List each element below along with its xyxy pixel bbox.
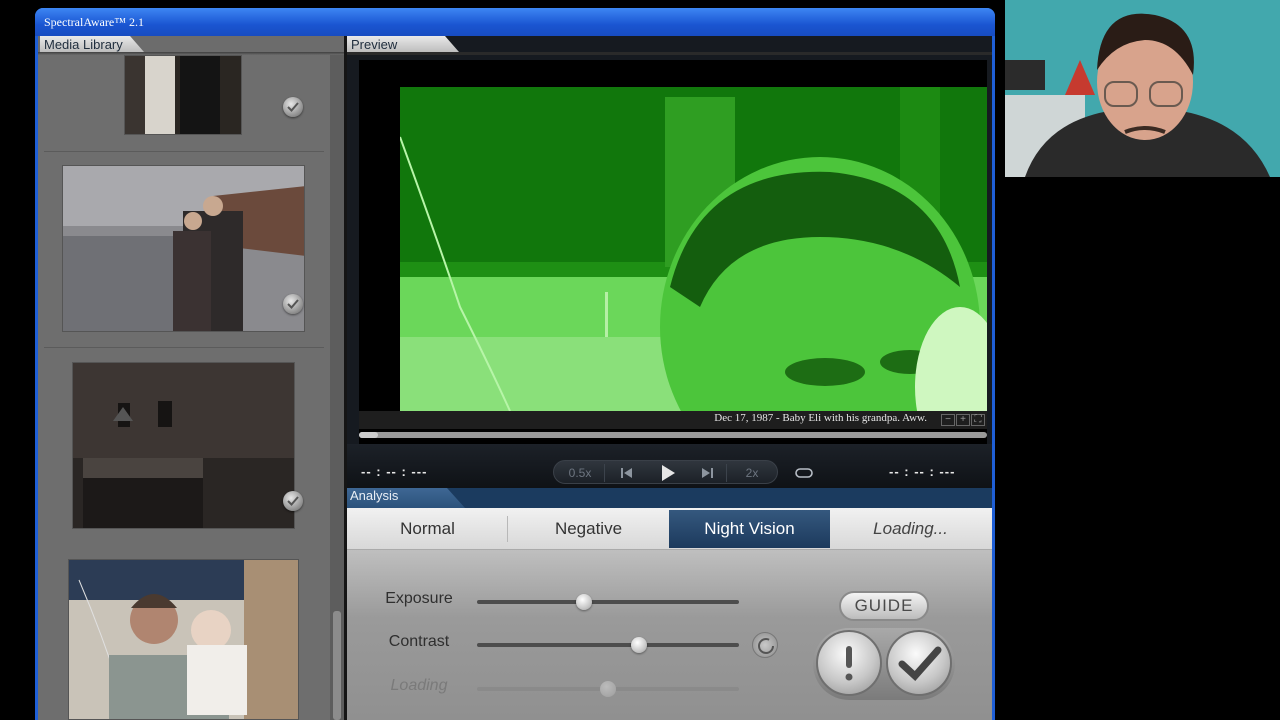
media-library-tab: Media Library	[40, 36, 144, 52]
loading-slider-label: Loading	[390, 677, 448, 694]
fullscreen-button[interactable]: ⛶	[971, 414, 985, 426]
loading-knob	[600, 681, 616, 697]
check-icon[interactable]	[283, 97, 303, 117]
check-icon[interactable]	[283, 491, 303, 511]
fast-speed-button[interactable]: 2x	[732, 463, 772, 483]
contrast-slider[interactable]	[477, 637, 739, 653]
step-forward-icon[interactable]	[694, 463, 720, 483]
transport-controls: 0.5x 2x	[553, 460, 778, 484]
app-title: SpectralAware™ 2.1	[44, 15, 144, 29]
library-scrollbar[interactable]	[330, 55, 344, 720]
exposure-knob[interactable]	[576, 594, 593, 610]
analysis-tab: Analysis	[347, 488, 465, 508]
media-thumbnail[interactable]	[124, 55, 242, 135]
check-icon[interactable]	[283, 294, 303, 314]
total-time: -- : -- : ---	[889, 464, 956, 479]
client-area: Media Library Preview Dec 17, 1987 - Bab…	[38, 36, 992, 720]
media-thumbnail[interactable]	[68, 559, 299, 720]
refresh-icon[interactable]	[752, 632, 778, 658]
media-thumbnail[interactable]	[72, 362, 295, 529]
tab-negative[interactable]: Negative	[508, 508, 669, 550]
analysis-header: Analysis	[347, 488, 992, 508]
step-back-icon[interactable]	[614, 463, 640, 483]
webcam-overlay	[1005, 0, 1280, 177]
night-vision-image	[400, 87, 987, 411]
panel-divider	[347, 52, 992, 55]
divider	[726, 464, 727, 482]
photo-image	[63, 166, 304, 331]
tab-normal[interactable]: Normal	[347, 508, 508, 550]
exposure-slider[interactable]	[477, 594, 739, 610]
guide-button[interactable]: GUIDE	[839, 591, 929, 621]
slow-speed-button[interactable]: 0.5x	[560, 463, 600, 483]
tab-night-vision[interactable]: Night Vision	[669, 510, 830, 548]
divider	[44, 347, 324, 348]
divider	[604, 464, 605, 482]
media-library-panel: Media Library	[38, 36, 344, 720]
divider	[44, 151, 324, 152]
zoom-in-button[interactable]: +	[956, 414, 970, 426]
play-icon[interactable]	[654, 463, 680, 483]
caption-bar: Dec 17, 1987 - Baby Eli with his grandpa…	[359, 411, 987, 429]
exclamation-icon[interactable]	[816, 630, 882, 696]
photo-image	[69, 560, 298, 719]
media-list[interactable]	[38, 55, 330, 720]
loop-icon[interactable]	[789, 464, 819, 484]
photo-caption: Dec 17, 1987 - Baby Eli with his grandpa…	[714, 412, 927, 424]
transport-bar: -- : -- : --- 0.5x 2x --: --: ---	[347, 444, 992, 488]
tab-loading[interactable]: Loading...	[830, 508, 991, 550]
contrast-knob[interactable]	[631, 637, 648, 653]
title-bar[interactable]: SpectralAware™ 2.1	[35, 8, 995, 36]
app-window: SpectralAware™ 2.1 Media Library Preview…	[35, 8, 995, 720]
photo-image	[73, 363, 294, 528]
adjustment-controls: Exposure Contrast Loading GUIDE	[347, 550, 992, 720]
progress-fill	[359, 432, 378, 438]
contrast-label: Contrast	[388, 633, 450, 650]
zoom-out-button[interactable]: −	[941, 414, 955, 426]
mode-tab-bar: Normal Negative Night Vision Loading...	[347, 508, 992, 550]
webcam-image	[1005, 0, 1280, 177]
video-frame[interactable]: Dec 17, 1987 - Baby Eli with his grandpa…	[359, 60, 987, 446]
checkmark-icon[interactable]	[886, 630, 952, 696]
exposure-label: Exposure	[385, 590, 453, 607]
elapsed-time: -- : -- : ---	[361, 464, 428, 479]
playback-progress[interactable]	[359, 432, 987, 438]
photo-image	[125, 56, 241, 134]
scrollbar-thumb[interactable]	[333, 611, 341, 720]
loading-slider	[477, 681, 739, 697]
media-thumbnail[interactable]	[62, 165, 305, 332]
preview-tab: Preview	[347, 36, 459, 52]
action-button-group	[813, 628, 955, 700]
preview-panel: Preview Dec 17, 1987 - Baby Eli with his…	[347, 36, 992, 720]
